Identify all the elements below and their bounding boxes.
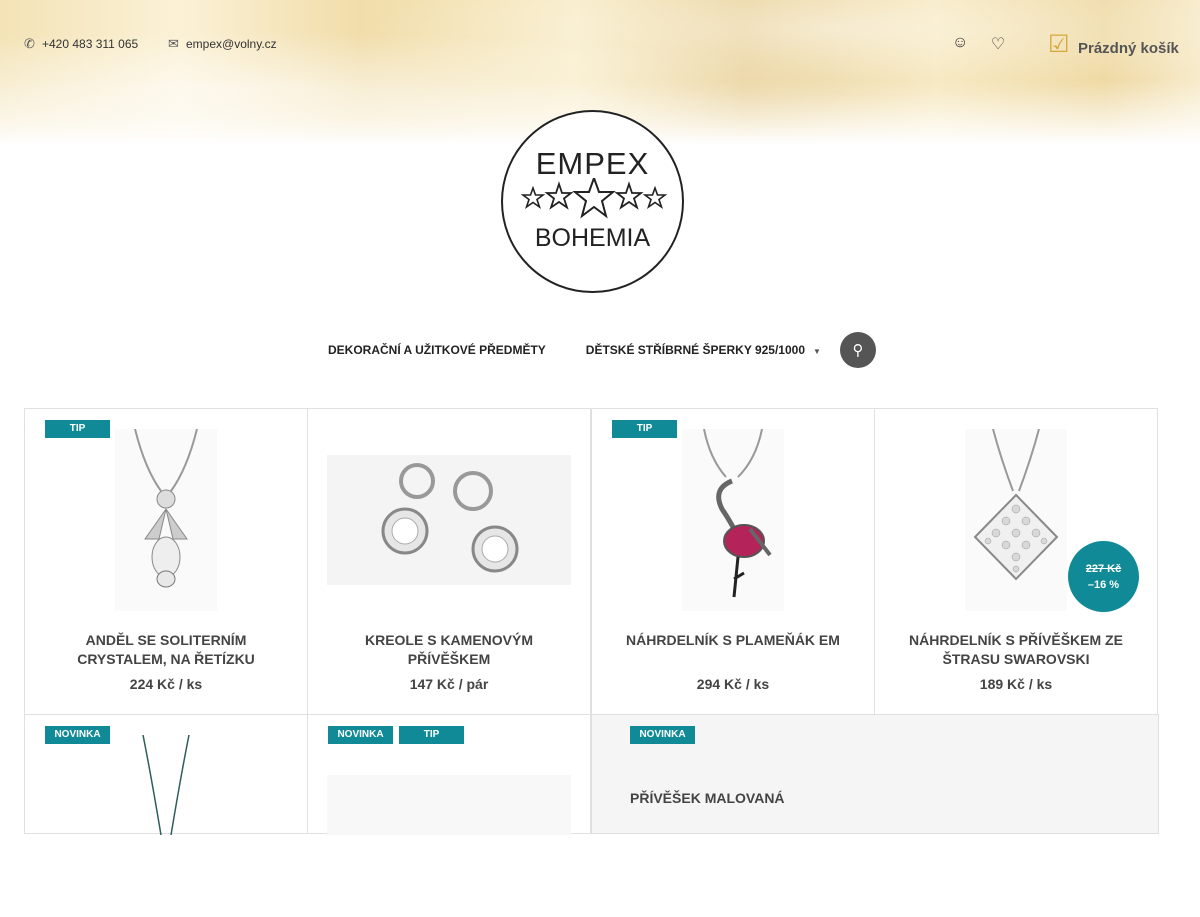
badges: NOVINKA TIP [328,726,464,744]
product-image[interactable] [25,429,307,611]
badges: TIP [612,420,677,438]
email-address[interactable]: empex@volny.cz [186,37,277,51]
discount-badge: 227 Kč –16 % [1068,541,1139,612]
product-name[interactable]: KREOLE S KAMENOVÝM PŘÍVĚŠKEM [328,631,570,669]
phone-icon: ✆ [24,36,35,51]
product-image[interactable] [308,429,590,611]
product-price: 224 Kč / ks [129,676,203,692]
logo-line1: EMPEX [535,146,650,181]
product-card[interactable]: 227 Kč –16 % NÁHRDELNÍK S PŘÍVĚŠKEM ZE Š… [874,408,1158,715]
phone-number[interactable]: +420 483 311 065 [42,37,138,51]
product-name[interactable]: ANDĚL SE SOLITERNÍM CRYSTALEM, NA ŘETÍZK… [45,631,287,669]
site-logo[interactable]: EMPEX BOHEMIA [501,110,684,293]
phone-contact[interactable]: ✆ +420 483 311 065 [24,36,138,52]
badge-novinka: NOVINKA [328,726,393,744]
product-grid: TIP ANDĚL SE SOLITERNÍM CRYSTALEM, NA ŘE… [24,408,1159,835]
mail-icon: ✉ [168,36,179,51]
search-button[interactable]: ⚲ [840,332,876,368]
nav-item-kids-jewelry[interactable]: DĚTSKÉ STŘÍBRNÉ ŠPERKY 925/1000 ▼ [586,343,821,357]
user-icon[interactable]: ☺ [952,34,968,54]
badge-tip: TIP [612,420,677,438]
old-price: 227 Kč [1085,563,1122,575]
cart-icon: ☑ [1048,31,1070,58]
badge-tip: TIP [399,726,464,744]
top-icons: ☺ ♡ [952,34,1006,54]
product-name[interactable]: PŘÍVĚŠEK MALOVANÁ [630,789,1138,808]
product-card[interactable]: NOVINKA PŘÍVĚŠEK MALOVANÁ [591,714,1159,834]
product-image[interactable] [25,735,307,917]
chevron-down-icon: ▼ [813,347,821,356]
badge-novinka: NOVINKA [630,726,695,744]
logo-stars [520,178,668,219]
product-card[interactable]: NOVINKA [24,714,308,835]
product-card[interactable]: KREOLE S KAMENOVÝM PŘÍVĚŠKEM 147 Kč / pá… [307,408,591,715]
product-card[interactable]: TIP NÁHRDELNÍK S PLAMEŇÁK EM 294 Kč / ks [591,408,875,715]
product-price: 147 Kč / pár [409,676,489,692]
heart-icon[interactable]: ♡ [990,34,1006,54]
badges: NOVINKA [630,726,695,744]
badge-tip: TIP [45,420,110,438]
logo-line2: BOHEMIA [534,224,651,252]
product-name[interactable]: NÁHRDELNÍK S PŘÍVĚŠKEM ZE ŠTRASU SWAROVS… [895,631,1137,669]
badges: TIP [45,420,110,438]
product-price: 189 Kč / ks [979,676,1053,692]
cart-button[interactable]: ☑ Prázdný košík [1048,30,1179,59]
cart-label: Prázdný košík [1078,40,1179,57]
product-card[interactable]: NOVINKA TIP [307,714,591,835]
product-image[interactable] [592,429,874,611]
badge-novinka: NOVINKA [45,726,110,744]
product-price: 294 Kč / ks [696,676,770,692]
discount-percent: –16 % [1087,579,1120,591]
search-icon: ⚲ [852,342,864,359]
nav-item-decorative[interactable]: DEKORAČNÍ A UŽITKOVÉ PŘEDMĚTY [328,343,546,357]
product-card[interactable]: TIP ANDĚL SE SOLITERNÍM CRYSTALEM, NA ŘE… [24,408,308,715]
main-nav: DEKORAČNÍ A UŽITKOVÉ PŘEDMĚTY DĚTSKÉ STŘ… [328,332,876,368]
badges: NOVINKA [45,726,110,744]
product-image[interactable] [308,735,590,917]
email-contact[interactable]: ✉ empex@volny.cz [168,36,277,52]
nav-item-label: DĚTSKÉ STŘÍBRNÉ ŠPERKY 925/1000 [585,343,805,357]
product-name[interactable]: NÁHRDELNÍK S PLAMEŇÁK EM [612,631,854,650]
